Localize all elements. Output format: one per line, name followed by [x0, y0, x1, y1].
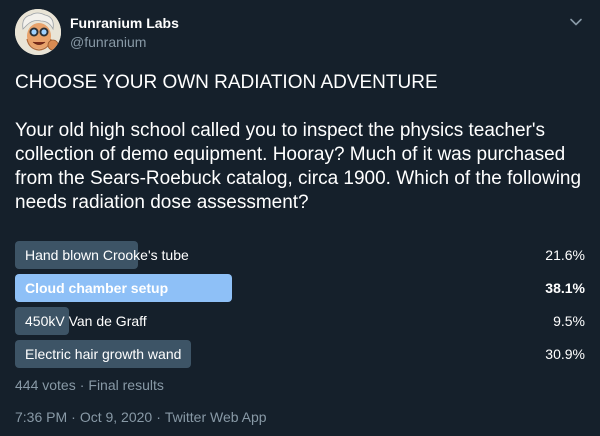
chevron-down-icon[interactable]	[567, 13, 585, 31]
poll-option-percent: 21.6%	[545, 247, 585, 263]
cartoon-scientist-avatar-icon	[15, 9, 61, 55]
tweet-title: CHOOSE YOUR OWN RADIATION ADVENTURE	[15, 72, 438, 93]
poll: Hand blown Crooke's tube 21.6% Cloud cha…	[15, 241, 585, 373]
author-name[interactable]: Funranium Labs	[70, 15, 179, 31]
poll-option-percent: 38.1%	[545, 280, 585, 296]
avatar[interactable]	[15, 9, 61, 55]
poll-option-label: Electric hair growth wand	[25, 346, 182, 362]
author-handle[interactable]: @funranium	[70, 34, 146, 50]
tweet-body: Your old high school called you to inspe…	[15, 120, 582, 213]
poll-option: Hand blown Crooke's tube 21.6%	[15, 241, 585, 269]
tweet-time: 7:36 PM	[15, 409, 68, 425]
tweet: Funranium Labs @funranium CHOOSE YOUR OW…	[0, 0, 600, 436]
poll-option: Cloud chamber setup 38.1%	[15, 274, 585, 302]
poll-option: Electric hair growth wand 30.9%	[15, 340, 585, 368]
poll-option-label: Hand blown Crooke's tube	[25, 247, 189, 263]
tweet-date: Oct 9, 2020	[79, 409, 153, 425]
tweet-time-link[interactable]: 7:36 PM · Oct 9, 2020	[15, 409, 152, 425]
tweet-source-link[interactable]: Twitter Web App	[165, 409, 267, 425]
tweet-header: Funranium Labs @funranium	[15, 9, 585, 55]
poll-option-percent: 30.9%	[545, 346, 585, 362]
separator-dot: ·	[79, 377, 85, 393]
poll-vote-count: 444 votes	[15, 377, 76, 393]
poll-summary: 444 votes · Final results	[15, 377, 164, 393]
tweet-timestamp: 7:36 PM · Oct 9, 2020 · Twitter Web App	[15, 409, 267, 425]
poll-option: 450kV Van de Graff 9.5%	[15, 307, 585, 335]
tweet-text: CHOOSE YOUR OWN RADIATION ADVENTURE Your…	[15, 71, 585, 215]
poll-option-label: Cloud chamber setup	[25, 280, 169, 296]
poll-option-label: 450kV Van de Graff	[25, 313, 147, 329]
poll-status: Final results	[88, 377, 164, 393]
poll-option-percent: 9.5%	[553, 313, 585, 329]
